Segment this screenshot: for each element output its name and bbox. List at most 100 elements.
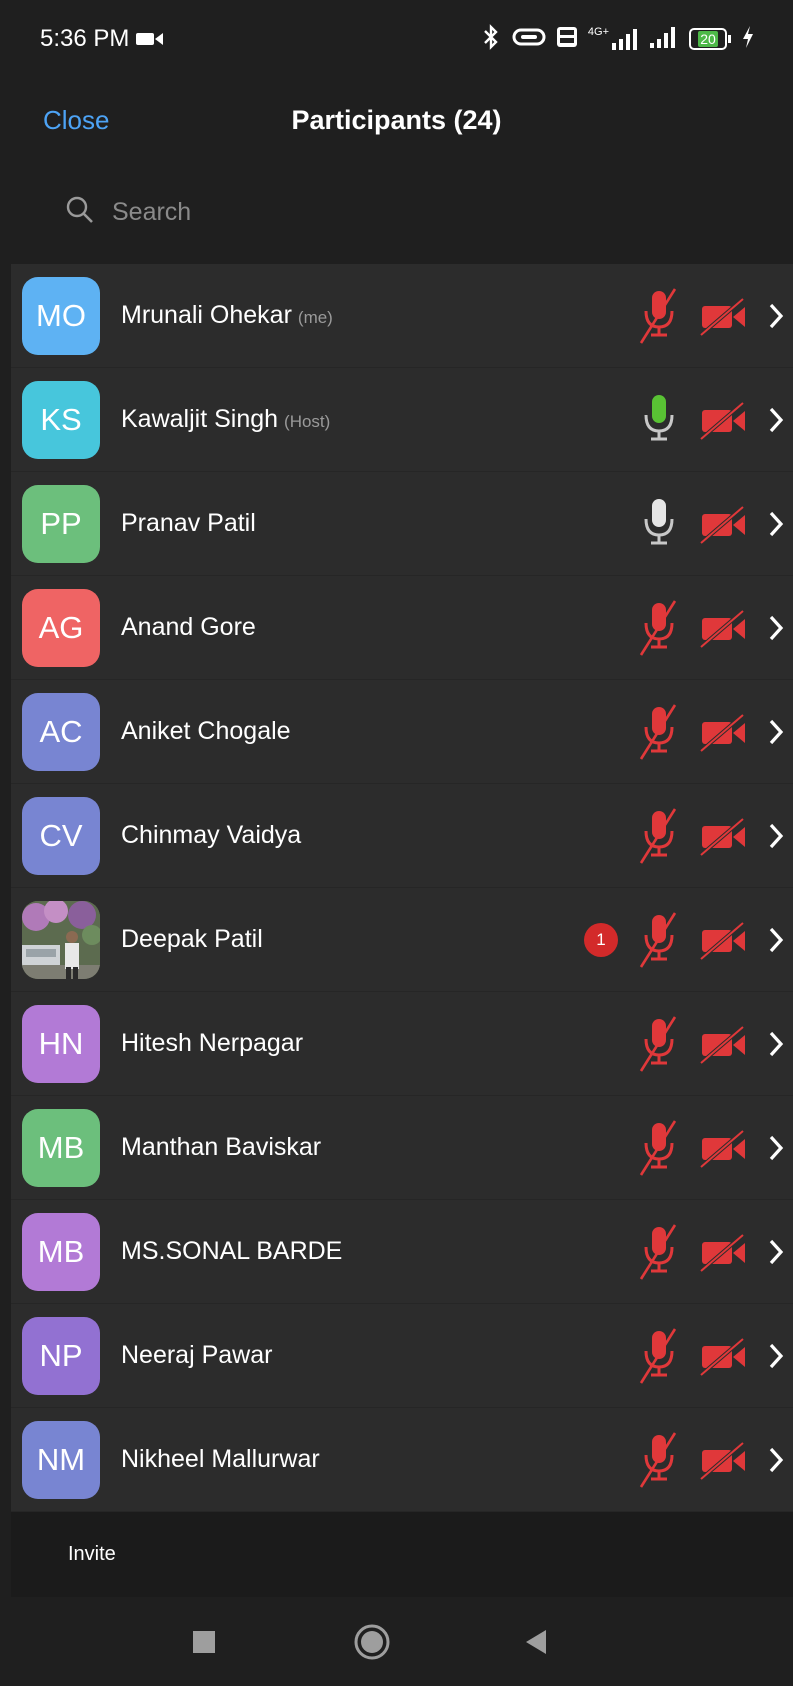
chevron-right-icon[interactable] bbox=[765, 816, 787, 856]
battery-level-label: 20 bbox=[698, 31, 718, 47]
mic-muted-icon bbox=[639, 1011, 679, 1077]
participant-row[interactable]: MB Manthan Baviskar bbox=[11, 1096, 793, 1200]
video-off-icon bbox=[699, 709, 749, 755]
page-title: Participants (24) bbox=[291, 104, 502, 135]
video-off-icon bbox=[699, 501, 749, 547]
unread-badge: 1 bbox=[584, 922, 618, 957]
chevron-right-icon[interactable] bbox=[765, 1128, 787, 1168]
mic-muted-icon bbox=[639, 1427, 679, 1493]
participant-row[interactable]: NM Nikheel Mallurwar bbox=[11, 1408, 793, 1512]
participant-row[interactable]: AG Anand Gore bbox=[11, 576, 793, 680]
chevron-right-icon[interactable] bbox=[765, 296, 787, 336]
participant-row[interactable]: PP Pranav Patil bbox=[11, 472, 793, 576]
volte-icon bbox=[556, 26, 578, 53]
video-off-icon bbox=[699, 1437, 749, 1483]
chevron-right-icon[interactable] bbox=[765, 400, 787, 440]
status-bar: 5:36 PM 4G+ 20 bbox=[0, 0, 793, 78]
participant-name: Aniket Chogale bbox=[121, 717, 291, 746]
participant-name: Deepak Patil bbox=[121, 925, 263, 954]
chevron-right-icon[interactable] bbox=[765, 920, 787, 960]
screen-record-icon bbox=[135, 30, 165, 48]
participant-row[interactable]: HN Hitesh Nerpagar bbox=[11, 992, 793, 1096]
signal-4g-icon: 4G+ bbox=[588, 27, 639, 51]
participant-name: Kawaljit Singh (Host) bbox=[121, 405, 330, 434]
mic-muted-icon bbox=[639, 803, 679, 869]
participant-name-text: Hitesh Nerpagar bbox=[121, 1029, 304, 1057]
participant-row[interactable]: MB MS.SONAL BARDE bbox=[11, 1200, 793, 1304]
participant-name-text: Aniket Chogale bbox=[121, 717, 291, 745]
chevron-right-icon[interactable] bbox=[765, 1336, 787, 1376]
footer-bar: Invite bbox=[11, 1512, 793, 1597]
avatar: MO bbox=[22, 276, 100, 355]
participant-name-text: Chinmay Vaidya bbox=[121, 821, 302, 849]
invite-button[interactable]: Invite bbox=[68, 1543, 116, 1566]
chevron-right-icon[interactable] bbox=[765, 1232, 787, 1272]
participant-name-text: Nikheel Mallurwar bbox=[121, 1445, 320, 1473]
mic-muted-icon bbox=[639, 699, 679, 765]
status-time: 5:36 PM bbox=[40, 25, 130, 52]
participant-name-text: Kawaljit Singh bbox=[121, 405, 279, 433]
mic-muted-icon bbox=[639, 907, 679, 973]
video-off-icon bbox=[699, 605, 749, 651]
participant-row[interactable]: KS Kawaljit Singh (Host) bbox=[11, 368, 793, 472]
back-button[interactable] bbox=[524, 1629, 548, 1655]
video-off-icon bbox=[699, 1333, 749, 1379]
participant-name-text: Pranav Patil bbox=[121, 509, 256, 537]
avatar: MB bbox=[22, 1108, 100, 1187]
header: Close Participants (24) bbox=[0, 78, 793, 162]
avatar: KS bbox=[22, 380, 100, 459]
participant-name-text: MS.SONAL BARDE bbox=[121, 1237, 343, 1265]
participant-name-text: Deepak Patil bbox=[121, 925, 263, 953]
participant-name-text: Anand Gore bbox=[121, 613, 256, 641]
avatar: NP bbox=[22, 1316, 100, 1395]
avatar: NM bbox=[22, 1420, 100, 1499]
mic-on-icon bbox=[639, 491, 679, 557]
charging-icon bbox=[741, 25, 755, 54]
participant-name: Manthan Baviskar bbox=[121, 1133, 321, 1162]
video-off-icon bbox=[699, 397, 749, 443]
video-off-icon bbox=[699, 1021, 749, 1067]
participant-row[interactable]: Deepak Patil 1 bbox=[11, 888, 793, 992]
video-off-icon bbox=[699, 1229, 749, 1275]
participant-name: Pranav Patil bbox=[121, 509, 256, 538]
avatar bbox=[22, 900, 100, 979]
search-input[interactable] bbox=[110, 196, 674, 228]
participant-role-tag: (Host) bbox=[284, 412, 331, 431]
video-off-icon bbox=[699, 1125, 749, 1171]
signal-icon bbox=[649, 25, 679, 54]
avatar: AC bbox=[22, 692, 100, 771]
mic-muted-icon bbox=[639, 1115, 679, 1181]
chevron-right-icon[interactable] bbox=[765, 504, 787, 544]
video-off-icon bbox=[699, 293, 749, 339]
participants-list[interactable]: MO Mrunali Ohekar (me) KS Kawaljit Singh (Hos… bbox=[11, 264, 793, 1512]
chevron-right-icon[interactable] bbox=[765, 1440, 787, 1480]
video-off-icon bbox=[699, 917, 749, 963]
chevron-right-icon[interactable] bbox=[765, 1024, 787, 1064]
participant-role-tag: (me) bbox=[297, 308, 333, 327]
recent-apps-button[interactable] bbox=[192, 1630, 216, 1654]
mic-muted-icon bbox=[639, 283, 679, 349]
participant-name: MS.SONAL BARDE bbox=[121, 1237, 342, 1266]
mic-muted-icon bbox=[639, 1219, 679, 1285]
participant-name: Neeraj Pawar bbox=[121, 1341, 272, 1370]
video-off-icon bbox=[699, 813, 749, 859]
search-icon bbox=[66, 196, 94, 229]
participant-name: Hitesh Nerpagar bbox=[121, 1029, 303, 1058]
battery-icon: 20 bbox=[689, 28, 731, 50]
bluetooth-icon bbox=[480, 23, 502, 56]
participant-row[interactable]: MO Mrunali Ohekar (me) bbox=[11, 264, 793, 368]
participant-name: Mrunali Ohekar (me) bbox=[121, 301, 333, 330]
participant-name: Anand Gore bbox=[121, 613, 256, 642]
chevron-right-icon[interactable] bbox=[765, 608, 787, 648]
participant-name-text: Manthan Baviskar bbox=[121, 1133, 322, 1161]
network-type-label: 4G+ bbox=[587, 26, 609, 38]
participant-row[interactable]: AC Aniket Chogale bbox=[11, 680, 793, 784]
home-button[interactable] bbox=[353, 1623, 391, 1661]
search-bar bbox=[0, 162, 793, 262]
participant-row[interactable]: CV Chinmay Vaidya bbox=[11, 784, 793, 888]
participant-name-text: Mrunali Ohekar bbox=[121, 301, 292, 329]
chevron-right-icon[interactable] bbox=[765, 712, 787, 752]
close-button[interactable]: Close bbox=[43, 105, 109, 136]
participant-row[interactable]: NP Neeraj Pawar bbox=[11, 1304, 793, 1408]
mic-muted-icon bbox=[639, 1323, 679, 1389]
